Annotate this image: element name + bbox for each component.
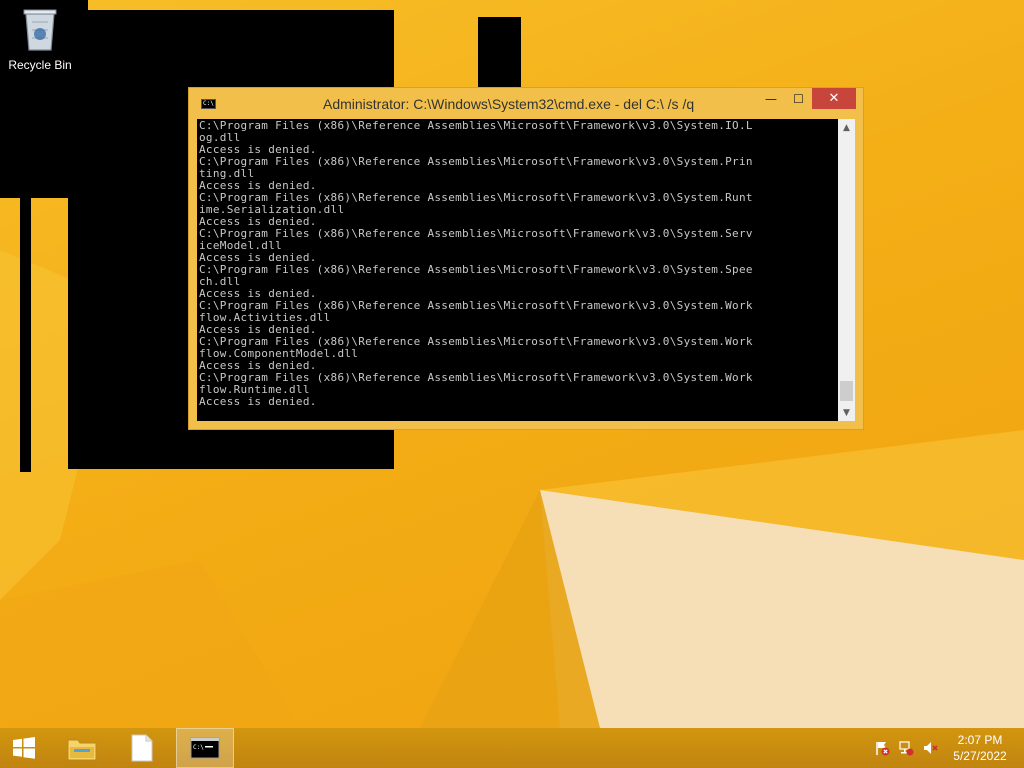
action-center-flag-icon[interactable] [874, 740, 890, 756]
document-icon [131, 734, 153, 762]
network-icon[interactable] [898, 740, 914, 756]
folder-icon [67, 739, 97, 761]
vertical-scrollbar[interactable]: ▲ ▼ [838, 119, 855, 421]
volume-muted-icon[interactable] [922, 740, 938, 756]
close-button[interactable]: ✕ [812, 88, 856, 109]
cmd-icon: C:\ [190, 737, 220, 759]
chevron-down-icon[interactable]: ▼ [838, 404, 855, 421]
taskbar-file-explorer[interactable] [56, 728, 108, 768]
taskbar: C:\ 2:07 PM 5/27/2022 [0, 728, 1024, 768]
desktop-icon-label: Recycle Bin [8, 58, 72, 72]
console-line: C:\Program Files (x86)\Reference Assembl… [199, 119, 753, 132]
desktop-icon-recycle-bin[interactable]: Recycle Bin [4, 4, 76, 76]
system-clock[interactable]: 2:07 PM 5/27/2022 [944, 732, 1016, 764]
svg-text:C:\: C:\ [193, 744, 204, 751]
chevron-up-icon[interactable]: ▲ [838, 119, 855, 136]
windows-logo-icon [13, 737, 35, 759]
window-titlebar[interactable]: C:\ Administrator: C:\Windows\System32\c… [189, 88, 863, 119]
recycle-bin-icon [23, 9, 57, 51]
window-title: Administrator: C:\Windows\System32\cmd.e… [323, 96, 695, 112]
console-line: C:\Program Files (x86)\Reference Assembl… [199, 227, 753, 240]
clock-date: 5/27/2022 [953, 749, 1007, 763]
console-output[interactable]: C:\Program Files (x86)\Reference Assembl… [197, 119, 855, 421]
cmd-window[interactable]: C:\ Administrator: C:\Windows\System32\c… [188, 87, 864, 430]
minimize-button[interactable]: — [757, 88, 785, 109]
console-line: Access is denied. [199, 395, 317, 408]
artifact-block [20, 196, 31, 472]
scrollbar-thumb[interactable] [840, 381, 853, 401]
taskbar-file[interactable] [116, 728, 168, 768]
cmd-icon[interactable]: C:\ [201, 99, 216, 109]
taskbar-command-prompt[interactable]: C:\ [176, 728, 234, 768]
maximize-button[interactable]: ☐ [785, 88, 812, 109]
console-line: C:\Program Files (x86)\Reference Assembl… [199, 263, 753, 276]
start-button[interactable] [0, 728, 48, 768]
artifact-block [478, 17, 521, 89]
console-line: C:\Program Files (x86)\Reference Assembl… [199, 155, 753, 168]
console-text: C:\Program Files (x86)\Reference Assembl… [199, 120, 835, 408]
clock-time: 2:07 PM [957, 733, 1003, 747]
